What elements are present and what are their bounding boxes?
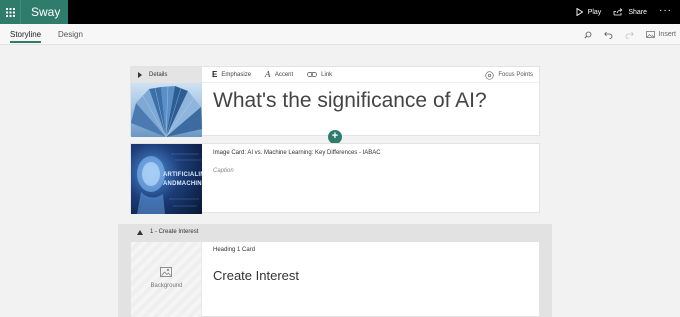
accent-button[interactable]: A Accent <box>265 70 293 79</box>
link-button[interactable]: Link <box>307 72 332 78</box>
image-card-label: Image Card: AI vs. Machine Learning: Key… <box>213 150 381 156</box>
image-icon <box>646 31 656 38</box>
image-placeholder-icon <box>160 267 172 277</box>
details-toggle[interactable]: Details <box>131 67 202 83</box>
link-label: Link <box>321 71 333 78</box>
insert-button[interactable]: Insert <box>646 31 676 38</box>
emphasize-label: Emphasize <box>221 71 252 78</box>
ai-image[interactable]: ARTIFICIALINTE ANDMACHINEL <box>131 144 202 214</box>
section-title: 1 - Create Interest <box>150 229 199 235</box>
play-label: Play <box>587 8 602 16</box>
share-icon <box>613 8 623 16</box>
add-card-button[interactable]: + <box>328 130 342 144</box>
section-header[interactable]: 1 - Create Interest <box>118 224 552 241</box>
app-launcher-icon[interactable] <box>0 0 20 24</box>
title-background-image[interactable] <box>131 83 202 137</box>
link-icon <box>307 72 318 77</box>
section-heading[interactable]: Create Interest <box>213 268 299 283</box>
search-button[interactable] <box>584 31 592 39</box>
heading-card[interactable]: Background Heading 1 Card Create Interes… <box>130 241 540 317</box>
tab-design[interactable]: Design <box>58 24 83 45</box>
app-title[interactable]: Sway <box>20 0 68 24</box>
details-label: Details <box>149 72 168 78</box>
tab-storyline[interactable]: Storyline <box>10 24 42 45</box>
collapse-icon <box>137 230 143 235</box>
app-header: Sway Play Share ··· <box>0 0 680 24</box>
image-text-line-1: ARTIFICIALINTE <box>163 172 202 178</box>
caption-input[interactable]: Caption <box>213 168 234 174</box>
redo-button[interactable] <box>625 31 635 39</box>
accent-label: Accent <box>274 71 294 78</box>
background-slot[interactable]: Background <box>131 242 202 317</box>
image-text-line-2: ANDMACHINEL <box>163 181 202 187</box>
section-group: 1 - Create Interest Background Heading 1… <box>118 224 552 317</box>
focus-points-button[interactable]: Focus Points <box>485 67 533 83</box>
image-card[interactable]: ARTIFICIALINTE ANDMACHINEL Image Card: A… <box>130 143 540 214</box>
heading-card-label: Heading 1 Card <box>213 247 256 253</box>
background-label: Background <box>150 283 183 289</box>
undo-icon <box>604 31 613 39</box>
focus-points-icon <box>485 70 494 80</box>
insert-label: Insert <box>658 31 676 38</box>
play-icon <box>576 8 583 16</box>
emphasize-button[interactable]: E Emphasize <box>212 70 251 79</box>
play-button[interactable]: Play <box>576 8 602 16</box>
search-icon <box>584 31 592 39</box>
share-label: Share <box>628 8 647 16</box>
expand-icon <box>138 72 142 78</box>
more-options-button[interactable]: ··· <box>659 5 672 16</box>
undo-button[interactable] <box>604 31 613 39</box>
storyline-canvas: Details E Emphasize A Accent Link Focus … <box>0 45 680 317</box>
view-tabs-bar: Storyline Design Insert <box>0 24 680 45</box>
image-text: ARTIFICIALINTE ANDMACHINEL <box>163 171 202 189</box>
accent-icon: A <box>265 70 271 79</box>
emphasize-icon: E <box>212 70 218 79</box>
sway-title[interactable]: What's the significance of AI? <box>213 89 487 113</box>
share-button[interactable]: Share <box>613 8 647 16</box>
focus-points-label: Focus Points <box>498 72 533 78</box>
redo-icon <box>626 31 635 39</box>
title-card[interactable]: Details E Emphasize A Accent Link Focus … <box>130 66 540 137</box>
